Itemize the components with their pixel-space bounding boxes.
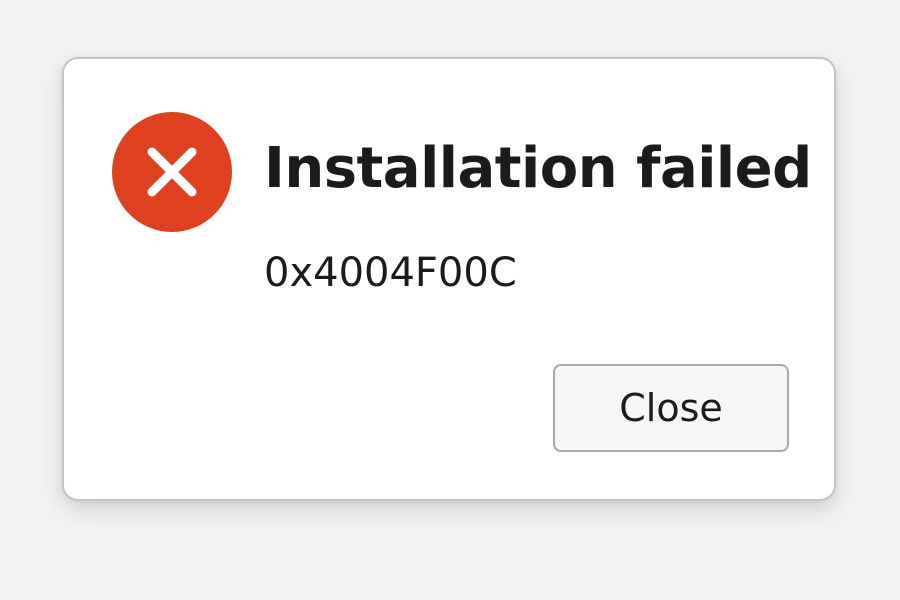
close-button[interactable]: Close [553,364,789,452]
error-x-icon [112,112,232,232]
dialog-title: Installation failed [264,136,812,201]
error-dialog: Installation failed 0x4004F00C Close [62,57,836,501]
error-code: 0x4004F00C [264,250,517,296]
